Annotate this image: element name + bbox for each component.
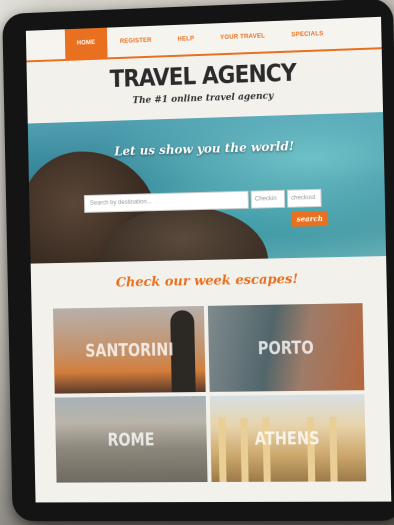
tile-label-porto: PORTO bbox=[258, 337, 314, 359]
column-image bbox=[329, 417, 337, 482]
tile-porto[interactable]: PORTO bbox=[208, 303, 364, 392]
tile-label-athens: ATHENS bbox=[255, 428, 320, 450]
nav-specials[interactable]: SPECIALS bbox=[278, 19, 337, 51]
tile-santorini[interactable]: SANTORINI bbox=[53, 306, 206, 394]
tablet-device: HOME REGISTER HELP YOUR TRAVEL SPECIALS … bbox=[2, 0, 394, 521]
checkout-input[interactable]: checkout bbox=[287, 189, 322, 208]
nav-home[interactable]: HOME bbox=[65, 28, 108, 59]
destination-search-input[interactable]: Search by destination... bbox=[84, 191, 249, 213]
column-image bbox=[218, 418, 226, 482]
nav-your-travel[interactable]: YOUR TRAVEL bbox=[207, 21, 279, 54]
hero-headline: Let us show you the world! bbox=[28, 136, 384, 161]
nav-register[interactable]: REGISTER bbox=[107, 25, 165, 57]
search-button[interactable]: search bbox=[291, 211, 328, 227]
checkin-input[interactable]: Checkin bbox=[251, 190, 286, 209]
website-screen: HOME REGISTER HELP YOUR TRAVEL SPECIALS … bbox=[26, 17, 391, 503]
tile-label-rome: ROME bbox=[107, 429, 154, 450]
column-image bbox=[240, 418, 248, 482]
umbrella-image bbox=[170, 310, 196, 392]
escapes-grid: SANTORINI PORTO ROME ATHENS bbox=[53, 303, 366, 482]
escapes-title: Check our week escapes! bbox=[31, 270, 387, 292]
top-navigation: HOME REGISTER HELP YOUR TRAVEL SPECIALS bbox=[26, 17, 382, 63]
tile-rome[interactable]: ROME bbox=[55, 396, 208, 483]
tile-athens[interactable]: ATHENS bbox=[210, 394, 367, 482]
hero-banner: Let us show you the world! Search by des… bbox=[28, 112, 386, 264]
nav-help[interactable]: HELP bbox=[164, 24, 207, 56]
tile-label-santorini: SANTORINI bbox=[85, 339, 174, 361]
